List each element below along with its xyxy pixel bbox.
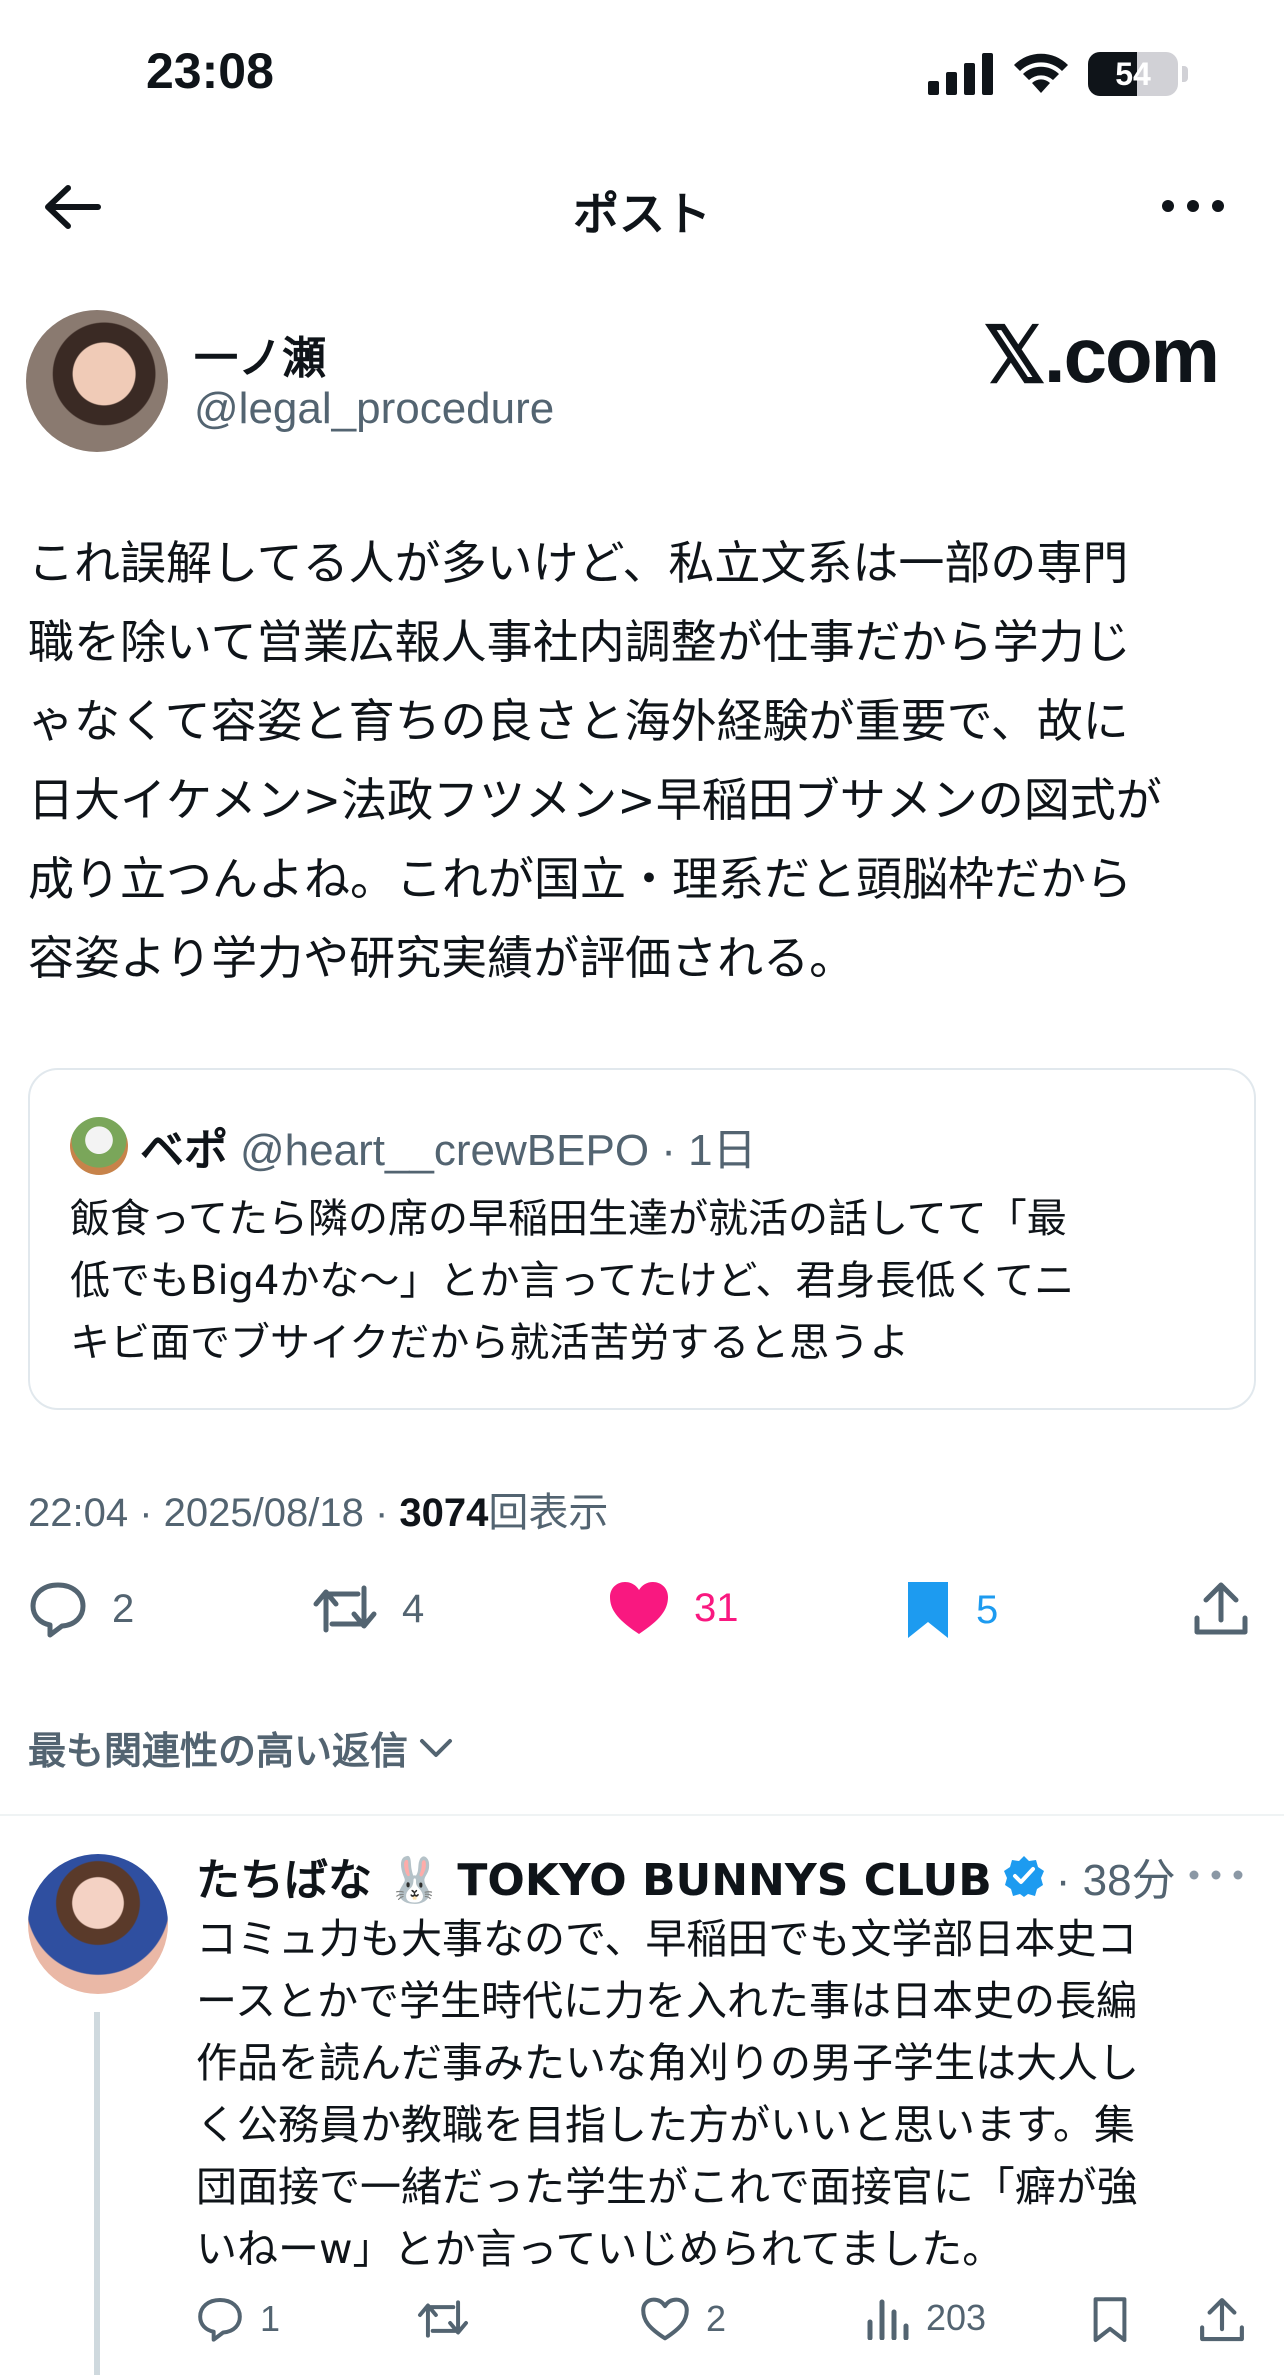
share-icon [1200,2298,1244,2342]
reply-reply-button[interactable]: 1 [196,2296,280,2342]
like-count: 31 [694,1585,739,1630]
like-button[interactable]: 31 [608,1580,739,1636]
x-com-watermark: 𝕏.com [983,311,1220,399]
reply-author-avatar[interactable] [28,1854,168,1994]
quoted-post[interactable]: ベポ @heart__crewBEPO · 1日 飯食ってたら隣の席の早稲田生達… [28,1068,1256,1410]
reply-sort-dropdown[interactable]: 最も関連性の高い返信 [28,1720,454,1775]
reply-reply-count: 1 [260,2298,281,2339]
reply-like-count: 2 [706,2298,727,2339]
repost-icon [313,1585,377,1633]
reply-sort-label: 最も関連性の高い返信 [28,1729,409,1773]
reply-button[interactable]: 2 [28,1580,134,1638]
view-label: 回表示 [488,1491,609,1535]
status-bar: 23:08 54 [0,0,1284,150]
reply-icon [198,2297,242,2342]
heart-outline-icon [641,2297,689,2341]
views-chart-icon [867,2299,909,2340]
repost-icon [418,2300,468,2338]
quoted-author-handle-time: @heart__crewBEPO · 1日 [240,1126,757,1175]
reply-bookmark-button[interactable] [1090,2296,1130,2344]
status-icons: 54 [928,52,1188,96]
bookmark-filled-icon [908,1582,948,1638]
author-handle[interactable]: @legal_procedure [194,384,554,434]
view-count: 3074 [399,1491,489,1535]
reply-time: · 38分 [1055,1856,1176,1905]
quoted-author-avatar [70,1117,128,1175]
quoted-post-text: 飯食ってたら隣の席の早稲田生達が就活の話してて「最 低でもBig4かな〜」とか言… [70,1196,1075,1366]
cellular-signal-icon [928,53,993,95]
quoted-post-header: ベポ @heart__crewBEPO · 1日 [70,1114,757,1178]
repost-count: 4 [402,1586,425,1631]
page-title: ポスト [573,187,711,241]
chevron-down-icon [420,1738,453,1757]
repost-button[interactable]: 4 [312,1580,424,1638]
wifi-icon [1014,53,1068,93]
reply-view-count: 203 [926,2297,987,2338]
reply-header: たちばな 🐰 TOKYO BUNNYS CLUB · 38分 [196,1844,1176,1908]
reply-repost-button[interactable] [416,2296,486,2342]
post-text: これ誤解してる人が多いけど、私立文系は一部の専門 職を除いて営業広報人事社内調整… [28,536,1162,985]
post-timestamp: 22:04 · 2025/08/18 · [28,1491,400,1535]
post-timestamp-views: 22:04 · 2025/08/18 · 3074回表示 [28,1480,608,1538]
divider [0,1814,1284,1816]
quoted-author-name: ベポ [140,1125,228,1176]
battery-level: 54 [1115,56,1151,92]
reply-more-icon[interactable] [1186,1860,1246,1890]
reply-count: 2 [112,1586,135,1631]
more-options-icon[interactable] [1158,180,1228,230]
bookmark-outline-icon [1093,2297,1127,2342]
reply-share-button[interactable] [1198,2296,1246,2344]
author-name[interactable]: 一ノ瀬 [194,322,326,386]
status-time: 23:08 [146,43,274,99]
reply-text: コミュ力も大事なので、早稲田でも文学部日本史コ ースとかで学生時代に力を入れた事… [196,1915,1139,2273]
reply-author-name[interactable]: たちばな 🐰 TOKYO BUNNYS CLUB [196,1844,992,1908]
bookmark-button[interactable]: 5 [904,1580,998,1640]
battery-icon: 54 [1088,52,1178,96]
verified-badge-icon [1003,1856,1044,1897]
reply-like-button[interactable]: 2 [640,2296,726,2342]
reply-icon [30,1582,86,1638]
nav-bar: ポスト [0,160,1284,252]
heart-filled-icon [610,1582,668,1634]
bookmark-count: 5 [976,1587,999,1632]
battery-tip [1182,66,1188,82]
reply-action-bar: 1 2 203 [0,2296,1284,2356]
post-action-bar: 2 4 31 5 [0,1580,1284,1652]
reply-views-button[interactable]: 203 [866,2296,986,2340]
share-icon [1194,1582,1248,1635]
author-avatar[interactable] [26,310,168,452]
share-button[interactable] [1192,1580,1250,1638]
